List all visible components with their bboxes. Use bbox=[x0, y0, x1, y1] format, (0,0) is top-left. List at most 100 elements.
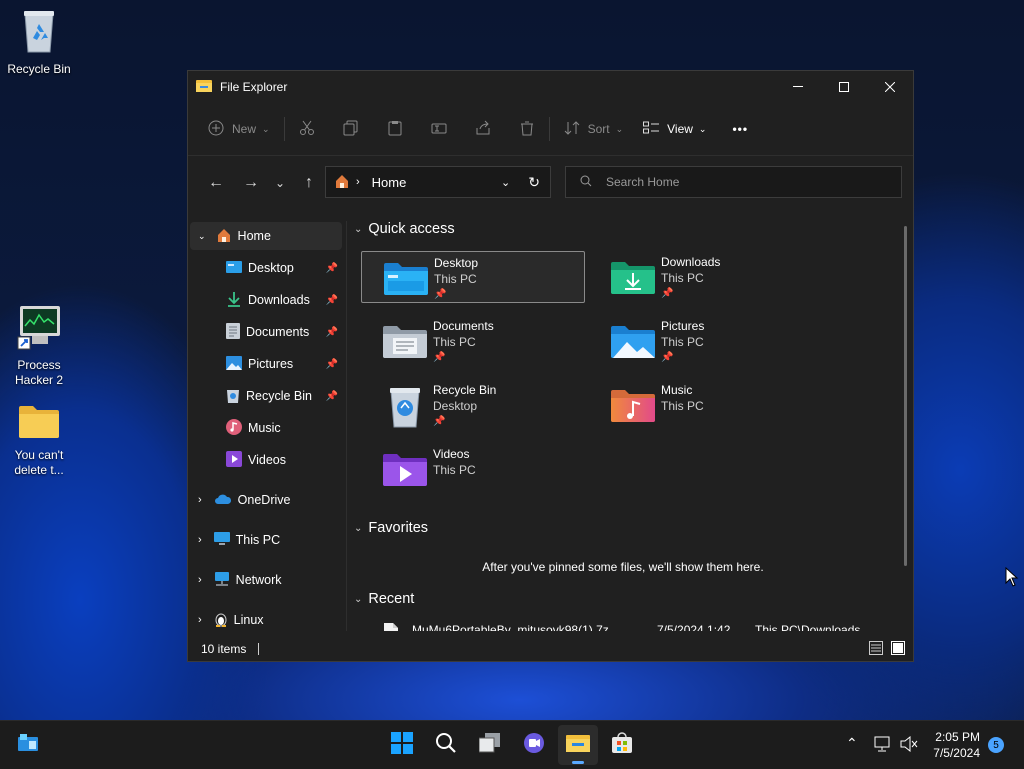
address-dropdown-icon[interactable]: ⌄ bbox=[501, 176, 510, 189]
chevron-down-icon: ⌄ bbox=[354, 593, 363, 605]
sidebar-item-recycle-bin[interactable]: Recycle Bin 📌 bbox=[190, 382, 342, 410]
network-tray-icon[interactable] bbox=[874, 736, 892, 757]
widgets-icon bbox=[18, 733, 38, 757]
pane-divider[interactable] bbox=[346, 221, 347, 631]
sidebar-item-music[interactable]: Music bbox=[190, 414, 342, 442]
section-title: Favorites bbox=[368, 520, 429, 536]
search-box[interactable]: Search Home bbox=[565, 166, 902, 198]
sidebar-item-label: Linux bbox=[233, 613, 264, 627]
chevron-down-icon: ⌄ bbox=[615, 123, 624, 134]
clock[interactable]: 2:05 PM 7/5/2024 bbox=[933, 729, 980, 761]
home-icon bbox=[334, 173, 350, 192]
start-button[interactable] bbox=[382, 725, 422, 765]
up-button[interactable]: ↑ bbox=[293, 167, 325, 199]
sidebar-item-label: Home bbox=[237, 229, 271, 243]
music-folder-icon bbox=[611, 386, 655, 424]
show-hidden-icons-button[interactable]: ⌃ bbox=[846, 735, 858, 752]
quick-access-item-music[interactable]: Music This PC bbox=[589, 379, 813, 431]
sidebar-item-network[interactable]: › Network bbox=[190, 566, 342, 594]
sidebar-item-desktop[interactable]: Desktop 📌 bbox=[190, 254, 342, 282]
cut-button[interactable] bbox=[291, 113, 323, 145]
copy-button[interactable] bbox=[335, 113, 367, 145]
store-button[interactable] bbox=[602, 725, 642, 765]
volume-muted-icon[interactable] bbox=[900, 735, 918, 757]
close-button[interactable] bbox=[867, 71, 913, 103]
teams-chat-icon bbox=[523, 732, 545, 759]
maximize-button[interactable] bbox=[821, 71, 867, 103]
minimize-button[interactable] bbox=[775, 71, 821, 103]
file-explorer-taskbar-button[interactable] bbox=[558, 725, 598, 765]
sidebar-item-videos[interactable]: Videos bbox=[190, 446, 342, 474]
sort-button[interactable]: Sort ⌄ bbox=[556, 113, 632, 145]
quick-access-item-pictures[interactable]: Pictures This PC 📌 bbox=[589, 315, 813, 367]
recent-file-location: This PC\Downloads bbox=[755, 623, 861, 631]
sort-label: Sort bbox=[587, 122, 610, 136]
task-view-button[interactable] bbox=[470, 725, 510, 765]
file-icon bbox=[384, 623, 398, 631]
tiles-view-icon[interactable] bbox=[891, 640, 905, 658]
sidebar-item-downloads[interactable]: Downloads 📌 bbox=[190, 286, 342, 314]
item-count: 10 items bbox=[201, 642, 247, 656]
chevron-down-icon: ⌄ bbox=[274, 176, 286, 190]
address-bar[interactable]: › Home ⌄ ↻ bbox=[325, 166, 551, 198]
desktop-icon-process-hacker[interactable]: Process Hacker 2 bbox=[3, 304, 75, 388]
view-label: View bbox=[667, 122, 693, 136]
plus-circle-icon bbox=[208, 120, 224, 139]
vertical-scrollbar[interactable] bbox=[904, 226, 907, 566]
recent-file-name: MuMu6PortableBy_mitusovk98(1).7z bbox=[412, 623, 609, 631]
pictures-folder-icon bbox=[611, 322, 655, 360]
item-name: Pictures bbox=[661, 319, 705, 333]
delete-button[interactable] bbox=[511, 113, 543, 145]
item-location: This PC bbox=[434, 272, 477, 286]
section-title: Recent bbox=[368, 591, 415, 607]
recent-locations-button[interactable]: ⌄ bbox=[267, 167, 293, 199]
share-button[interactable] bbox=[467, 113, 499, 145]
breadcrumb-home[interactable]: Home bbox=[372, 175, 407, 190]
view-button[interactable]: View ⌄ bbox=[635, 113, 714, 145]
quick-access-item-recycle-bin[interactable]: Recycle Bin Desktop 📌 bbox=[361, 379, 585, 431]
new-button[interactable]: New ⌄ bbox=[200, 113, 278, 145]
back-button[interactable]: ← bbox=[200, 167, 232, 199]
sidebar-item-label: This PC bbox=[235, 533, 281, 547]
item-name: Recycle Bin bbox=[433, 383, 497, 397]
pin-icon: 📌 bbox=[325, 390, 338, 402]
item-name: Music bbox=[661, 383, 693, 397]
refresh-icon[interactable]: ↻ bbox=[528, 174, 540, 191]
recent-file-row[interactable]: MuMu6PortableBy_mitusovk98(1).7z 7/5/202… bbox=[384, 623, 860, 631]
desktop-icon-folder[interactable]: You can't delete t... bbox=[3, 402, 75, 478]
desktop-icon-recycle-bin[interactable]: Recycle Bin bbox=[3, 8, 75, 77]
task-view-icon bbox=[478, 732, 501, 758]
quick-access-item-downloads[interactable]: Downloads This PC 📌 bbox=[589, 251, 813, 303]
chat-button[interactable] bbox=[514, 725, 554, 765]
sidebar-item-documents[interactable]: Documents 📌 bbox=[190, 318, 342, 346]
widgets-button[interactable] bbox=[8, 725, 48, 765]
quick-access-item-documents[interactable]: Documents This PC 📌 bbox=[361, 315, 585, 367]
document-icon bbox=[226, 322, 240, 342]
section-header-quick-access[interactable]: ⌄ Quick access bbox=[354, 221, 455, 237]
chevron-down-icon: ⌄ bbox=[198, 230, 206, 241]
network-icon bbox=[214, 571, 230, 590]
more-options-button[interactable]: ••• bbox=[724, 113, 756, 145]
sidebar-item-this-pc[interactable]: › This PC bbox=[190, 526, 342, 554]
clock-date: 7/5/2024 bbox=[933, 746, 980, 760]
forward-button[interactable]: → bbox=[235, 167, 267, 199]
item-name: Desktop bbox=[434, 256, 479, 270]
search-taskbar-button[interactable] bbox=[426, 725, 466, 765]
sidebar-item-onedrive[interactable]: › OneDrive bbox=[190, 486, 342, 514]
title-bar[interactable]: File Explorer bbox=[188, 71, 913, 103]
sidebar-item-label: Desktop bbox=[248, 261, 294, 275]
section-header-recent[interactable]: ⌄ Recent bbox=[354, 591, 414, 607]
notification-badge[interactable]: 5 bbox=[988, 737, 1004, 753]
paste-button[interactable] bbox=[379, 113, 411, 145]
sidebar-item-pictures[interactable]: Pictures 📌 bbox=[190, 350, 342, 378]
sidebar-item-label: Downloads bbox=[248, 293, 310, 307]
rename-button[interactable] bbox=[423, 113, 455, 145]
sidebar-item-home[interactable]: ⌄ Home bbox=[190, 222, 342, 250]
file-explorer-icon bbox=[196, 79, 212, 96]
sidebar-item-linux[interactable]: › Linux bbox=[190, 606, 342, 634]
section-header-favorites[interactable]: ⌄ Favorites bbox=[354, 520, 428, 536]
downloads-folder-icon bbox=[611, 258, 655, 296]
details-view-icon[interactable] bbox=[869, 640, 883, 658]
quick-access-item-desktop[interactable]: Desktop This PC 📌 bbox=[361, 251, 585, 303]
quick-access-item-videos[interactable]: Videos This PC bbox=[361, 443, 585, 495]
